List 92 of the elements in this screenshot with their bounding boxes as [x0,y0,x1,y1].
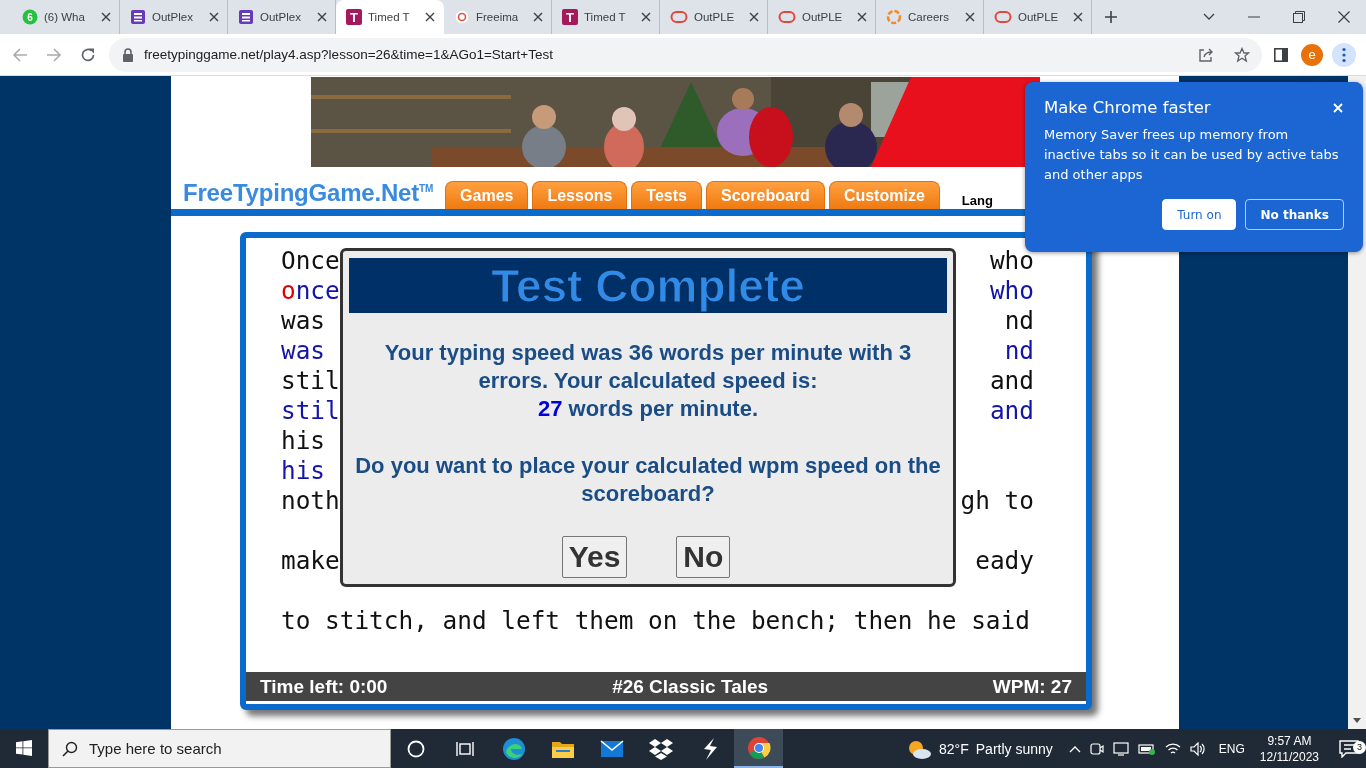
passage-text: Once [281,246,340,276]
restore-icon[interactable] [1293,11,1305,23]
close-icon[interactable] [209,12,219,22]
result-text: Your typing speed was 36 words per minute with 3 errors. Your calculated speed is: [383,339,913,395]
letter-icon: T [346,9,362,25]
menu-icon[interactable] [1332,42,1356,67]
time-left-text: Time left: 0:00 [260,675,388,698]
url-text: freetypinggame.net/play4.asp?lesson=26&time=1&AGo1=Start+Test [144,47,553,62]
speaker-icon[interactable] [1189,741,1206,756]
typed-text: who [989,276,1034,306]
typed-text: once [281,276,340,306]
search-field[interactable]: Type here to search [48,729,391,768]
chevron-down-icon[interactable] [1203,13,1215,21]
speed-value: 27 [537,396,563,421]
weather-text[interactable]: Partly sunny [975,740,1053,757]
typed-text: and [989,396,1034,426]
close-icon[interactable] [317,12,327,22]
close-icon[interactable] [965,12,975,22]
close-icon[interactable] [1073,12,1083,22]
passage-text: and [989,366,1034,396]
passage-text: nd [1004,306,1034,336]
battery-icon[interactable] [1137,742,1156,755]
round-browser-icon [746,735,771,760]
notification-count: 3 [1353,740,1366,754]
passage-text: his [281,426,326,456]
dropbox-icon [648,737,673,760]
display-icon[interactable] [1112,741,1129,756]
windows-icon[interactable] [16,740,32,756]
passage-text: stil [281,366,340,396]
dismiss-button[interactable]: No thanks [1245,199,1344,230]
ring-icon [670,9,688,25]
clock-time[interactable]: 9:57 AM [1267,732,1312,749]
image-icon [454,9,470,25]
scroll-down-icon[interactable] [1353,718,1361,723]
browser-icon [501,736,526,761]
passage-text: gh to [960,486,1034,516]
passage-text: to stitch, and left them on the bench; then he said [281,606,1030,636]
star-icon[interactable] [1234,46,1250,63]
chevron-up-icon[interactable] [1068,744,1081,753]
reload-icon[interactable] [80,46,96,63]
task-view-icon [455,740,474,757]
close-icon[interactable] [101,12,111,22]
share-icon[interactable] [1198,46,1214,63]
lesson-title: #26 Classic Tales [612,675,769,698]
language-label: Lang [961,193,993,208]
popup-message: Memory Saver frees up memory from inactive tabs so it can be used by active tabs and other apps [1044,126,1340,184]
close-icon[interactable] [1338,11,1350,23]
ring-icon [886,9,902,25]
passage-text: eady [975,546,1034,576]
question-text: Do you want to place your calculated wpm speed on the scoreboard? [354,452,942,508]
sidebar-icon[interactable] [1274,47,1288,62]
typed-text: nd [1004,336,1034,366]
close-icon[interactable] [857,12,867,22]
speed-unit-text: words per minute. [567,396,759,421]
ring-icon [994,9,1012,25]
passage-text: make [281,546,340,576]
new-tab-icon[interactable] [1104,10,1118,24]
temperature-text[interactable]: 82°F [939,740,969,757]
turn-on-button[interactable]: Turn on [1162,199,1237,230]
dialog-title: Test Complete [491,258,805,313]
lock-icon [122,47,134,62]
close-icon[interactable] [425,12,435,22]
notification-icon[interactable] [1339,739,1359,758]
typed-text: his [281,456,326,486]
letter-icon: T [562,9,578,25]
typed-text: stil [281,396,340,426]
wpm-text: WPM: 27 [992,675,1072,698]
close-icon[interactable] [533,12,543,22]
passage-text: was [281,306,326,336]
ring-icon [778,9,796,25]
passage-text: who [989,246,1034,276]
site-logo[interactable]: FreeTypingGame.Net$^{TM}$ [183,179,434,207]
form-icon [238,9,254,25]
clock-date[interactable]: 12/11/2023 [1259,748,1319,765]
chat-icon: 6 [22,9,38,25]
language-indicator[interactable]: ENG [1218,741,1245,756]
typed-text: was [281,336,326,366]
address-bar[interactable]: freetypinggame.net/play4.asp?lesson=26&time=1&AGo1=Start+Test [109,37,1262,72]
passage-text: noth [281,486,340,516]
wifi-icon[interactable] [1164,742,1181,755]
close-icon[interactable] [749,12,759,22]
no-button[interactable]: No [676,536,731,578]
camera-icon[interactable] [1089,741,1104,756]
yes-button[interactable]: Yes [561,536,628,578]
browser-tab[interactable]: T Timed T [336,0,444,34]
taskbar-button[interactable] [734,729,783,768]
popup-title: Make Chrome faster [1044,98,1211,117]
close-icon[interactable] [641,12,651,22]
search-icon [62,741,78,757]
mail-icon [599,739,624,758]
circle-icon [406,739,425,758]
form-icon [130,9,146,25]
